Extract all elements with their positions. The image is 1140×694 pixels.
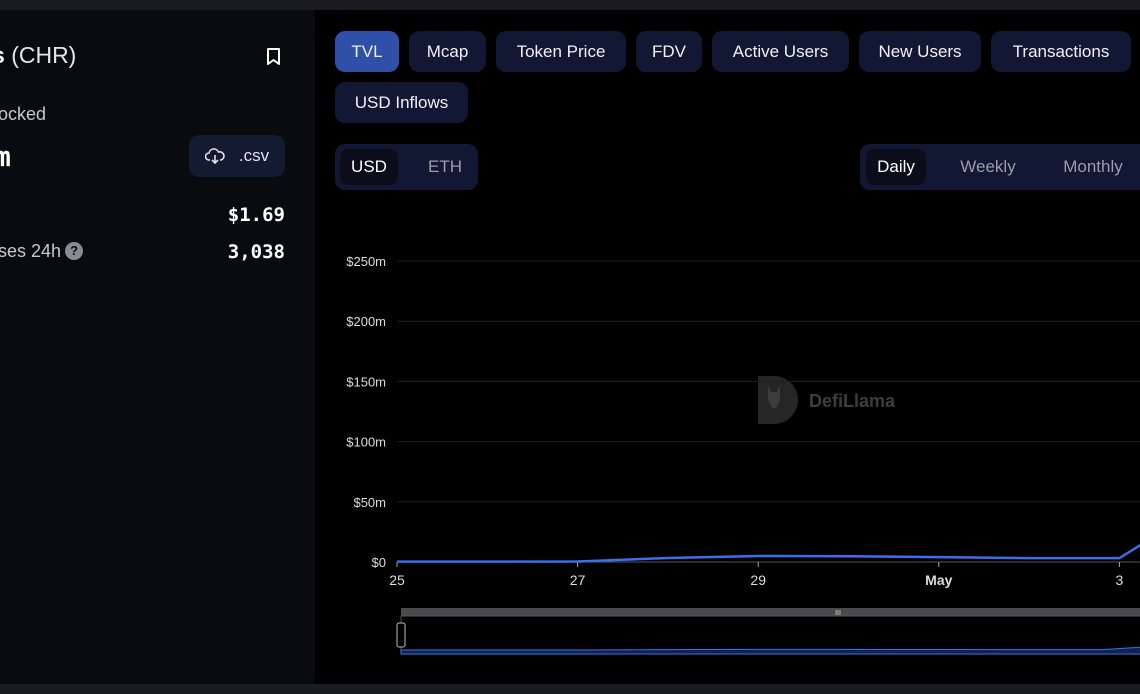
y-tick-label: $0 xyxy=(372,555,386,570)
slider-handle-left[interactable] xyxy=(396,622,406,648)
currency-toggle: USD ETH xyxy=(335,144,478,190)
bookmark-icon[interactable] xyxy=(266,47,281,66)
period-toggle: Daily Weekly Monthly xyxy=(860,144,1140,190)
y-tick-label: $150m xyxy=(346,374,386,389)
x-tick-label: 25 xyxy=(389,572,405,588)
tab-fdv[interactable]: FDV xyxy=(636,31,702,72)
tab-new-users[interactable]: New Users xyxy=(859,31,981,72)
tab-mcap[interactable]: Mcap xyxy=(409,31,486,72)
help-icon[interactable]: ? xyxy=(65,241,84,260)
download-csv-button[interactable]: .csv xyxy=(189,135,285,177)
protocol-symbol: (CHR) xyxy=(11,42,77,68)
transactions-value: 3,038 xyxy=(227,241,285,263)
watermark-text: DefiLlama xyxy=(809,391,896,411)
svg-text:III: III xyxy=(835,610,841,617)
tab-token-price[interactable]: Token Price xyxy=(496,31,626,72)
zoom-slider[interactable]: III xyxy=(396,608,1140,655)
tab-transactions[interactable]: Transactions xyxy=(991,31,1131,72)
tab-usd-inflows[interactable]: USD Inflows xyxy=(335,82,468,123)
currency-eth[interactable]: ETH xyxy=(411,149,479,185)
tab-active-users[interactable]: Active Users xyxy=(712,31,849,72)
currency-usd[interactable]: USD xyxy=(340,149,398,185)
tvl-value: m xyxy=(0,140,11,173)
transactions-label: ses 24h? xyxy=(0,241,84,262)
y-tick-label: $200m xyxy=(346,314,386,329)
protocol-info-panel: s (CHR) ocked m .csv $1.69 ses 24h? 3,03… xyxy=(0,10,315,684)
y-tick-label: $100m xyxy=(346,435,386,450)
protocol-title: s (CHR) xyxy=(0,42,76,69)
x-tick-label: 3 xyxy=(1116,572,1124,588)
period-monthly[interactable]: Monthly xyxy=(1048,149,1138,185)
period-weekly[interactable]: Weekly xyxy=(946,149,1030,185)
top-bar xyxy=(0,0,1140,10)
tvl-series-line xyxy=(397,543,1140,563)
x-tick-label: 27 xyxy=(570,572,586,588)
token-price-value: $1.69 xyxy=(227,204,285,226)
x-tick-label: May xyxy=(925,572,952,588)
period-daily[interactable]: Daily xyxy=(866,149,926,185)
x-tick-label: 29 xyxy=(750,572,766,588)
watermark: DefiLlama xyxy=(758,376,896,424)
tab-tvl[interactable]: TVL xyxy=(335,31,399,72)
y-tick-label: $250m xyxy=(346,254,386,269)
cloud-download-icon xyxy=(204,148,225,165)
tvl-label: ocked xyxy=(0,104,47,124)
bottom-bar xyxy=(0,684,1140,694)
y-tick-label: $50m xyxy=(353,495,386,510)
slider-preview-line xyxy=(400,646,1140,655)
csv-label: .csv xyxy=(238,146,270,165)
